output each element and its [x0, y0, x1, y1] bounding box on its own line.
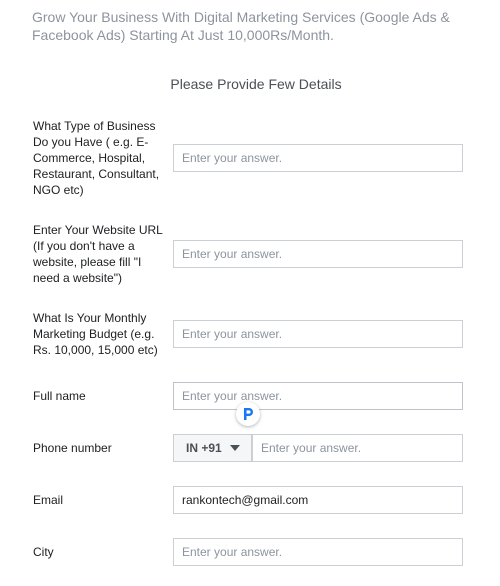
monthly-budget-label: What Is Your Monthly Marketing Budget (e… — [33, 311, 158, 357]
business-type-label: What Type of Business Do you Have ( e.g.… — [33, 119, 160, 197]
full-name-label: Full name — [33, 389, 86, 403]
full-name-input[interactable] — [173, 382, 463, 410]
intro-text: Grow Your Business With Digital Marketin… — [32, 9, 450, 43]
caret-down-icon — [229, 445, 240, 451]
website-url-input[interactable] — [173, 240, 463, 268]
phone-number-input[interactable] — [252, 434, 463, 462]
monthly-budget-input[interactable] — [173, 320, 463, 348]
autofill-glyph-icon — [244, 408, 253, 420]
email-input[interactable] — [173, 486, 463, 514]
section-title: Please Provide Few Details — [170, 76, 342, 92]
website-url-label: Enter Your Website URL (If you don't hav… — [33, 223, 163, 285]
email-label: Email — [33, 493, 64, 507]
city-label: City — [33, 545, 54, 559]
business-type-input[interactable] — [173, 144, 463, 172]
city-input[interactable] — [173, 538, 463, 566]
country-code-select[interactable]: IN +91 — [173, 434, 252, 462]
country-code-value: IN +91 — [186, 441, 222, 455]
phone-number-label: Phone number — [33, 441, 112, 455]
autofill-badge-icon[interactable] — [236, 402, 260, 426]
